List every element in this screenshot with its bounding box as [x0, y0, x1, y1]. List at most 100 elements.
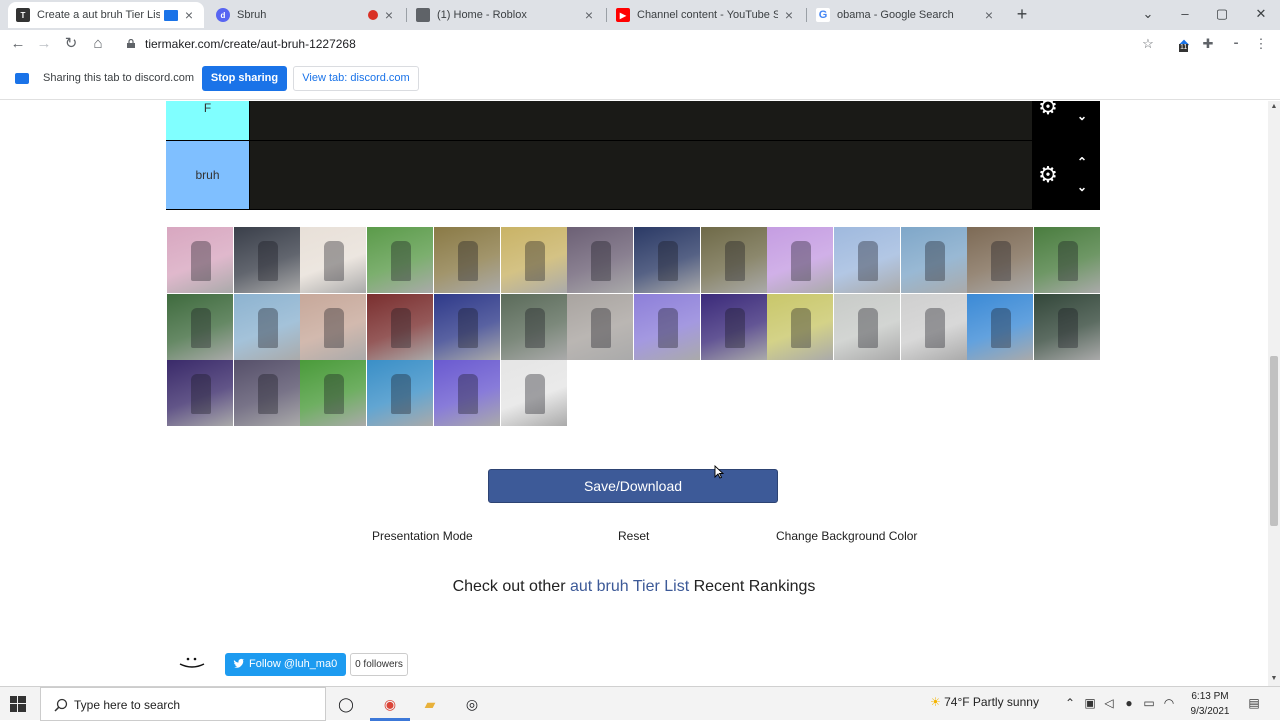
extension-icon[interactable]: 11◆	[1176, 36, 1192, 52]
chrome-icon[interactable]: ◉	[379, 693, 401, 715]
tier-item-green-dark-avatar[interactable]	[300, 360, 367, 427]
window-close-icon[interactable]: ✕	[1249, 3, 1273, 25]
bookmark-star-icon[interactable]: ☆	[1140, 36, 1156, 52]
chevron-down-icon[interactable]: ⌄	[1074, 109, 1090, 123]
save-download-button[interactable]: Save/Download	[488, 469, 778, 503]
scroll-down-icon[interactable]: ▼	[1268, 675, 1280, 685]
close-icon[interactable]: ×	[182, 7, 196, 23]
tier-item-red-pink-avatar[interactable]	[834, 227, 900, 293]
volume-icon[interactable]: ◁	[1101, 696, 1117, 710]
tier-item-white-car-avatar[interactable]	[900, 293, 967, 360]
tier-item-purple-face-avatar[interactable]	[633, 293, 700, 360]
tier-item-purple-stand-avatar[interactable]	[433, 360, 500, 427]
item-figure	[724, 307, 745, 348]
tier-item-pink-dress-character[interactable]	[167, 227, 233, 293]
tier-item-grey-statue-avatar[interactable]	[834, 293, 900, 360]
home-icon[interactable]: ⌂	[88, 34, 108, 54]
back-icon[interactable]: ←	[8, 34, 28, 54]
tier-item-roblox-avatar-gold[interactable]	[700, 227, 767, 293]
tier-item-pink-purple-avatar[interactable]	[767, 227, 834, 293]
tier-item-blue-green-avatar[interactable]	[367, 360, 434, 427]
tier-item-black-box-avatar[interactable]	[233, 293, 300, 360]
tier-item-grey-green-avatar[interactable]	[500, 293, 567, 360]
tier-item-obama-portrait[interactable]	[233, 227, 300, 293]
close-icon[interactable]: ×	[982, 7, 996, 23]
tier-item-magenta-glow-avatar[interactable]	[167, 360, 233, 427]
user-avatar[interactable]	[178, 654, 206, 670]
tab-google-search[interactable]: G obama - Google Search ×	[808, 2, 1004, 28]
windows-start-icon[interactable]	[10, 696, 26, 712]
tier-item-dark-green-avatar[interactable]	[1034, 293, 1101, 360]
tier-item-purple-aura-avatar[interactable]	[700, 293, 767, 360]
cortana-icon[interactable]: ◯	[335, 693, 357, 715]
tier-item-golden-stand-2[interactable]	[500, 227, 567, 293]
tier-controls: ⚙ ⌄	[1032, 101, 1100, 140]
tray-app-icon[interactable]: ▣	[1082, 696, 1098, 710]
tier-list-link[interactable]: aut bruh Tier List	[570, 578, 689, 595]
view-tab-button[interactable]: View tab: discord.com	[293, 66, 419, 91]
tier-item-blue-uniform-avatar[interactable]	[900, 227, 967, 293]
close-icon[interactable]: ×	[382, 7, 396, 23]
tier-item-blue-glow-avatar[interactable]	[633, 227, 700, 293]
scroll-up-icon[interactable]: ▲	[1268, 103, 1280, 113]
tab-tiermaker[interactable]: T Create a aut bruh Tier List - ×	[8, 2, 204, 28]
profile-icon[interactable]: ⁃	[1228, 36, 1244, 52]
presentation-mode-button[interactable]: Presentation Mode	[372, 529, 473, 543]
tray-chevron-icon[interactable]: ⌃	[1062, 696, 1078, 710]
item-figure	[524, 307, 545, 348]
tier-item-purple-blue-avatar[interactable]	[433, 293, 500, 360]
tab-search-icon[interactable]: ⌄	[1136, 3, 1160, 25]
weather-icon: ☀	[930, 695, 941, 709]
reset-button[interactable]: Reset	[618, 529, 649, 543]
forward-icon[interactable]: →	[34, 34, 54, 54]
tab-discord[interactable]: d Sbruh ×	[208, 2, 404, 28]
maximize-icon[interactable]: ▢	[1210, 3, 1234, 25]
stop-sharing-button[interactable]: Stop sharing	[202, 66, 287, 91]
change-background-button[interactable]: Change Background Color	[776, 529, 917, 543]
chevron-up-icon[interactable]: ⌃	[1074, 155, 1090, 169]
gear-icon[interactable]: ⚙	[1037, 164, 1059, 186]
gear-icon[interactable]: ⚙	[1037, 101, 1059, 118]
taskbar-clock[interactable]: 6:13 PM 9/3/2021	[1180, 689, 1240, 719]
address-bar[interactable]: tiermaker.com/create/aut-bruh-1227268	[145, 37, 356, 51]
puzzle-icon[interactable]: ✚	[1200, 36, 1216, 52]
weather-widget[interactable]: ☀ 74°F Partly sunny	[930, 695, 1039, 709]
close-icon[interactable]: ×	[782, 7, 796, 23]
battery-icon[interactable]: ▭	[1141, 696, 1157, 710]
tier-item-grey-purple-avatar[interactable]	[233, 360, 300, 427]
new-tab-button[interactable]: +	[1012, 4, 1032, 24]
tier-item-blue-energy-avatar[interactable]	[967, 293, 1034, 360]
reload-icon[interactable]: ↻	[61, 34, 81, 54]
obs-icon[interactable]: ◎	[461, 693, 483, 715]
chevron-down-icon[interactable]: ⌄	[1074, 180, 1090, 194]
tier-item-white-grey-avatar[interactable]	[567, 293, 634, 360]
tab-youtube-studio[interactable]: ▶ Channel content - YouTube Stud ×	[608, 2, 804, 28]
tab-roblox[interactable]: (1) Home - Roblox ×	[408, 2, 604, 28]
tier-item-red-green-avatar[interactable]	[1034, 227, 1101, 293]
item-figure	[457, 241, 478, 281]
tier-item-dark-avatar[interactable]	[967, 227, 1034, 293]
tier-item-roblox-avatar-green[interactable]	[367, 227, 434, 293]
microphone-icon[interactable]: ●	[1121, 696, 1137, 710]
twitter-follow-button[interactable]: Follow @luh_ma0	[225, 653, 346, 676]
tier-item-blue-white-avatar[interactable]	[767, 293, 834, 360]
minimize-icon[interactable]: –	[1173, 3, 1197, 25]
tier-item-face-portrait[interactable]	[300, 293, 367, 360]
file-explorer-icon[interactable]: ▰	[419, 693, 441, 715]
tier-label[interactable]: F	[166, 101, 250, 140]
page-scrollbar[interactable]: ▲ ▼	[1268, 101, 1280, 686]
tier-item-black-white-avatar[interactable]	[500, 360, 567, 427]
tier-item-purple-glow-avatar[interactable]	[567, 227, 634, 293]
tier-item-red-dark-avatar[interactable]	[367, 293, 434, 360]
close-icon[interactable]: ×	[582, 7, 596, 23]
wifi-icon[interactable]: ◠	[1161, 696, 1177, 710]
notifications-icon[interactable]: ▤	[1246, 696, 1262, 710]
item-figure	[324, 374, 345, 415]
taskbar-search[interactable]: Type here to search	[40, 687, 326, 721]
tier-item-golden-stand[interactable]	[433, 227, 500, 293]
tier-label[interactable]: bruh	[166, 141, 250, 209]
menu-icon[interactable]: ⋮	[1253, 36, 1269, 52]
tier-item-cartoon-character[interactable]	[300, 227, 367, 293]
scroll-thumb[interactable]	[1270, 356, 1278, 526]
tier-item-goku-avatar[interactable]	[167, 293, 233, 360]
